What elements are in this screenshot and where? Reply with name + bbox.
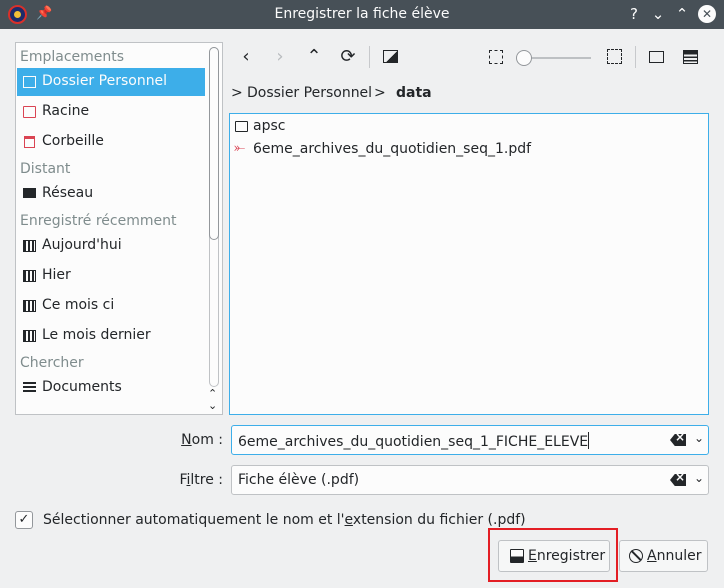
name-input[interactable]: 6eme_archives_du_quotidien_seq_1_FICHE_E… bbox=[231, 425, 709, 455]
name-label: Nom : bbox=[181, 432, 223, 448]
preview-button[interactable] bbox=[377, 44, 403, 70]
folder-icon bbox=[235, 121, 248, 132]
image-icon bbox=[382, 50, 398, 63]
new-folder-button[interactable] bbox=[643, 44, 669, 70]
places-panel[interactable]: Emplacements Dossier Personnel Racine Co… bbox=[15, 42, 223, 415]
zoom-out-icon bbox=[489, 50, 503, 64]
zoom-slider-handle[interactable] bbox=[516, 50, 532, 66]
trash-icon bbox=[24, 136, 35, 148]
options-button[interactable] bbox=[677, 44, 703, 70]
place-item-label: Documents bbox=[42, 379, 122, 395]
breadcrumb-separator: > bbox=[374, 85, 386, 101]
zoom-out-button[interactable] bbox=[483, 44, 509, 70]
filter-select-value: Fiche élève (.pdf) bbox=[238, 472, 360, 488]
section-enregistre-recemment: Enregistré récemment bbox=[20, 213, 177, 229]
calendar-icon bbox=[23, 240, 36, 252]
new-folder-icon bbox=[648, 51, 664, 63]
section-distant: Distant bbox=[20, 161, 71, 177]
place-item-label: Racine bbox=[42, 103, 90, 119]
file-row-pdf[interactable]: ⤜ 6eme_archives_du_quotidien_seq_1.pdf bbox=[232, 139, 702, 161]
clear-filter-icon[interactable] bbox=[670, 474, 686, 486]
forward-button[interactable]: › bbox=[267, 44, 293, 70]
maximize-button[interactable]: ⌃ bbox=[672, 4, 692, 24]
file-name: apsc bbox=[253, 118, 286, 134]
save-button-label: Enregistrer bbox=[528, 548, 606, 564]
breadcrumb-separator: > bbox=[231, 85, 243, 101]
section-chercher: Chercher bbox=[20, 355, 84, 371]
place-item-aujourdhui[interactable]: Aujourd'hui bbox=[17, 232, 205, 260]
place-item-label: Corbeille bbox=[42, 133, 104, 149]
places-scrollbar[interactable]: ⌃ ⌄ bbox=[206, 43, 222, 414]
auto-extension-label[interactable]: Sélectionner automatiquement le nom et l… bbox=[43, 512, 526, 528]
place-item-documents[interactable]: Documents bbox=[17, 374, 205, 402]
clear-name-icon[interactable] bbox=[670, 434, 686, 446]
toolbar-separator bbox=[635, 46, 636, 68]
save-button[interactable]: Enregistrer bbox=[498, 540, 610, 572]
save-icon bbox=[510, 549, 524, 563]
help-button[interactable]: ? bbox=[624, 4, 644, 24]
place-item-ce-mois-ci[interactable]: Ce mois ci bbox=[17, 292, 205, 320]
place-item-le-mois-dernier[interactable]: Le mois dernier bbox=[17, 322, 205, 350]
toolbar-separator bbox=[369, 46, 370, 68]
place-item-label: Hier bbox=[42, 267, 71, 283]
breadcrumb-item-dossier-personnel[interactable]: Dossier Personnel bbox=[247, 85, 372, 101]
parent-folder-button[interactable]: ⌃ bbox=[301, 44, 327, 70]
zoom-in-button[interactable] bbox=[601, 44, 627, 70]
document-icon bbox=[23, 382, 36, 394]
place-item-label: Aujourd'hui bbox=[42, 237, 122, 253]
name-input-value: 6eme_archives_du_quotidien_seq_1_FICHE_E… bbox=[238, 432, 590, 450]
section-emplacements: Emplacements bbox=[20, 49, 125, 65]
toolbar: ‹ › ⌃ ⟳ bbox=[229, 42, 709, 74]
window-title: Enregistrer la fiche élève bbox=[274, 6, 450, 22]
place-item-racine[interactable]: Racine bbox=[17, 98, 205, 126]
filter-label: Filtre : bbox=[179, 472, 223, 488]
scrollbar-thumb[interactable] bbox=[209, 47, 219, 240]
back-button[interactable]: ‹ bbox=[233, 44, 259, 70]
place-item-corbeille[interactable]: Corbeille bbox=[17, 128, 205, 156]
chevron-down-icon[interactable]: ⌄ bbox=[694, 471, 704, 485]
scroll-down-icon[interactable]: ⌄ bbox=[208, 399, 217, 412]
title-bar: 📌 Enregistrer la fiche élève ? ⌄ ⌃ ✕ bbox=[0, 0, 724, 29]
calendar-icon bbox=[23, 300, 36, 312]
cancel-button[interactable]: Annuler bbox=[619, 540, 708, 572]
chevron-down-icon[interactable]: ⌄ bbox=[694, 431, 704, 445]
filter-select[interactable]: Fiche élève (.pdf) ⌄ bbox=[231, 465, 709, 495]
place-item-label: Dossier Personnel bbox=[42, 73, 168, 89]
minimize-button[interactable]: ⌄ bbox=[648, 4, 668, 24]
breadcrumb-item-data[interactable]: data bbox=[396, 85, 432, 101]
calendar-icon bbox=[23, 330, 36, 342]
options-icon bbox=[682, 50, 698, 64]
place-item-label: Réseau bbox=[42, 185, 94, 201]
close-button[interactable]: ✕ bbox=[698, 5, 716, 23]
auto-extension-checkbox[interactable]: ✓ bbox=[15, 511, 33, 529]
place-item-dossier-personnel[interactable]: Dossier Personnel bbox=[17, 68, 205, 96]
file-name: 6eme_archives_du_quotidien_seq_1.pdf bbox=[253, 141, 532, 157]
calendar-icon bbox=[23, 270, 36, 282]
cancel-button-label: Annuler bbox=[647, 548, 702, 564]
zoom-in-icon bbox=[606, 49, 622, 64]
root-folder-icon bbox=[23, 106, 36, 118]
cancel-icon bbox=[629, 549, 643, 563]
pdf-icon: ⤜ bbox=[234, 140, 246, 156]
place-item-reseau[interactable]: Réseau bbox=[17, 180, 205, 208]
place-item-label: Ce mois ci bbox=[42, 297, 115, 313]
network-icon bbox=[23, 188, 36, 198]
place-item-label: Le mois dernier bbox=[42, 327, 151, 343]
home-folder-icon bbox=[23, 76, 36, 88]
place-item-hier[interactable]: Hier bbox=[17, 262, 205, 290]
file-list[interactable]: apsc ⤜ 6eme_archives_du_quotidien_seq_1.… bbox=[229, 113, 709, 415]
reload-button[interactable]: ⟳ bbox=[335, 44, 361, 70]
file-row-apsc[interactable]: apsc bbox=[232, 116, 702, 138]
